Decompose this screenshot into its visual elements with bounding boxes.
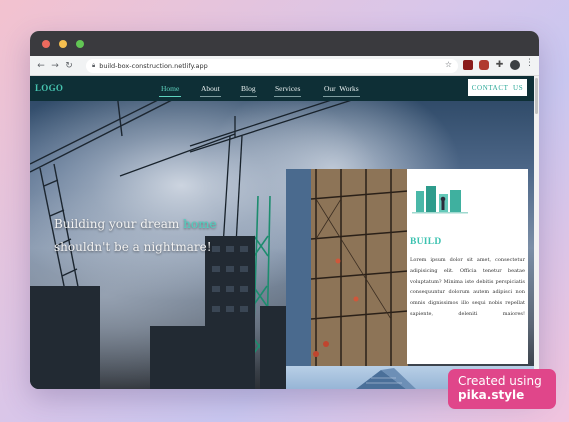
contact-us-button[interactable]: CONTACT US — [468, 79, 527, 96]
maximize-window-button[interactable] — [76, 40, 84, 48]
page-viewport: LOGO Home About Blog Services Our Works … — [30, 76, 539, 389]
scaffolding-photo — [286, 169, 408, 366]
building-illustration-icon — [412, 186, 468, 214]
profile-icon[interactable] — [510, 60, 520, 70]
browser-window: ← → ↻ 🔒︎ build-box-construction.netlify.… — [30, 31, 539, 389]
extensions-icon[interactable]: ✚ — [494, 59, 505, 71]
nav-link-home[interactable]: Home — [158, 84, 182, 97]
hero-line-2: shouldn't be a nightmare! — [54, 240, 212, 254]
close-window-button[interactable] — [42, 40, 50, 48]
title-bar — [30, 31, 539, 56]
star-icon[interactable]: ☆ — [445, 60, 452, 69]
contact-us-label: CONTACT US — [471, 83, 524, 92]
scrollbar-thumb[interactable] — [535, 78, 538, 114]
menu-icon[interactable]: ⋮ — [525, 58, 534, 68]
page-scrollbar[interactable] — [534, 76, 539, 389]
url-text: build-box-construction.netlify.app — [99, 62, 208, 70]
site-navbar: LOGO Home About Blog Services Our Works … — [30, 76, 534, 101]
nav-link-our-works[interactable]: Our Works — [323, 84, 360, 97]
extension-icon[interactable] — [463, 60, 473, 70]
extension-icon[interactable] — [479, 60, 489, 70]
build-card: BUILD Lorem ipsum dolor sit amet, consec… — [407, 169, 528, 364]
scaffolding-illustration — [286, 169, 408, 366]
site-logo[interactable]: LOGO — [35, 83, 63, 93]
nav-link-about[interactable]: About — [200, 84, 221, 97]
minimize-window-button[interactable] — [59, 40, 67, 48]
hero-headline: Building your dream home shouldn't be a … — [54, 213, 217, 259]
lock-icon: 🔒︎ — [92, 62, 96, 69]
card-title: BUILD — [410, 237, 442, 247]
nav-link-blog[interactable]: Blog — [240, 84, 257, 97]
back-icon[interactable]: ← — [34, 59, 48, 73]
forward-icon[interactable]: → — [48, 59, 62, 73]
browser-toolbar: ← → ↻ 🔒︎ build-box-construction.netlify.… — [30, 56, 539, 76]
hero-accent-word: home — [183, 217, 217, 231]
address-bar[interactable]: 🔒︎ build-box-construction.netlify.app ☆ — [86, 59, 458, 73]
badge-line-1: Created using — [458, 374, 542, 388]
hero-line-1: Building your dream home — [54, 213, 217, 236]
hero-line-1-text: Building your dream — [54, 217, 184, 231]
created-using-badge: Created using pika.style — [448, 369, 556, 409]
badge-line-2: pika.style — [458, 388, 525, 402]
reload-icon[interactable]: ↻ — [62, 59, 76, 73]
card-body-text: Lorem ipsum dolor sit amet, consectetur … — [410, 257, 525, 317]
nav-link-services[interactable]: Services — [273, 84, 302, 97]
